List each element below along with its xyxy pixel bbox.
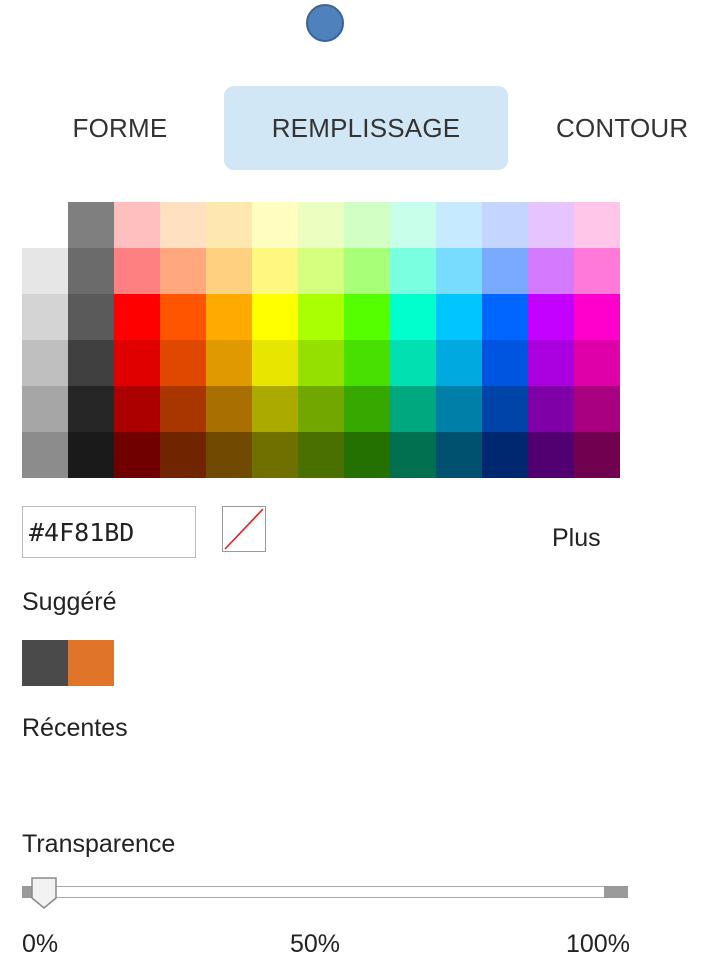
palette-swatch[interactable]	[528, 386, 574, 432]
palette-swatch[interactable]	[298, 202, 344, 248]
palette-swatch[interactable]	[252, 294, 298, 340]
suggested-heading: Suggéré	[22, 588, 117, 616]
palette-swatch[interactable]	[22, 248, 68, 294]
palette-swatch[interactable]	[436, 202, 482, 248]
palette-swatch[interactable]	[22, 340, 68, 386]
palette-swatch[interactable]	[22, 386, 68, 432]
color-palette-grid	[22, 202, 622, 478]
palette-swatch[interactable]	[482, 340, 528, 386]
palette-swatch[interactable]	[206, 294, 252, 340]
palette-swatch[interactable]	[344, 386, 390, 432]
hex-color-input[interactable]	[22, 506, 196, 558]
palette-swatch[interactable]	[528, 202, 574, 248]
palette-swatch[interactable]	[390, 386, 436, 432]
palette-swatch[interactable]	[114, 202, 160, 248]
palette-swatch[interactable]	[436, 340, 482, 386]
palette-swatch[interactable]	[160, 248, 206, 294]
palette-swatch[interactable]	[298, 340, 344, 386]
palette-swatch[interactable]	[528, 248, 574, 294]
palette-swatch[interactable]	[436, 248, 482, 294]
palette-swatch[interactable]	[160, 294, 206, 340]
transparency-heading: Transparence	[22, 830, 176, 858]
palette-swatch[interactable]	[344, 432, 390, 478]
palette-swatch[interactable]	[252, 432, 298, 478]
palette-swatch[interactable]	[68, 202, 114, 248]
palette-swatch[interactable]	[344, 202, 390, 248]
palette-swatch[interactable]	[574, 202, 620, 248]
palette-swatch[interactable]	[390, 202, 436, 248]
recent-heading: Récentes	[22, 714, 128, 742]
palette-swatch[interactable]	[528, 294, 574, 340]
palette-swatch[interactable]	[252, 202, 298, 248]
palette-swatch[interactable]	[528, 340, 574, 386]
current-color-preview	[306, 4, 344, 42]
transparency-slider-thumb[interactable]	[30, 876, 58, 910]
palette-swatch[interactable]	[482, 432, 528, 478]
slider-track-end	[604, 886, 628, 898]
slider-tick-50: 50%	[290, 930, 341, 958]
palette-swatch[interactable]	[68, 386, 114, 432]
transparency-slider-track[interactable]	[22, 886, 628, 898]
palette-swatch[interactable]	[574, 340, 620, 386]
palette-swatch[interactable]	[252, 248, 298, 294]
no-color-swatch[interactable]	[222, 506, 266, 552]
palette-swatch[interactable]	[298, 248, 344, 294]
palette-swatch[interactable]	[22, 294, 68, 340]
slider-tick-100: 100%	[566, 930, 630, 958]
palette-swatch[interactable]	[68, 248, 114, 294]
palette-swatch[interactable]	[482, 202, 528, 248]
palette-swatch[interactable]	[528, 432, 574, 478]
slider-tick-0: 0%	[22, 930, 59, 958]
palette-swatch[interactable]	[68, 432, 114, 478]
palette-swatch[interactable]	[574, 432, 620, 478]
palette-swatch[interactable]	[482, 294, 528, 340]
palette-swatch[interactable]	[68, 294, 114, 340]
palette-swatch[interactable]	[390, 294, 436, 340]
palette-swatch[interactable]	[114, 432, 160, 478]
palette-swatch[interactable]	[160, 386, 206, 432]
suggested-swatch[interactable]	[68, 640, 114, 686]
palette-swatch[interactable]	[390, 340, 436, 386]
palette-swatch[interactable]	[482, 386, 528, 432]
palette-swatch[interactable]	[574, 386, 620, 432]
tab-bar: FORME REMPLISSAGE CONTOUR	[0, 86, 723, 170]
palette-swatch[interactable]	[574, 294, 620, 340]
palette-swatch[interactable]	[436, 294, 482, 340]
palette-swatch[interactable]	[390, 432, 436, 478]
palette-swatch[interactable]	[114, 248, 160, 294]
palette-swatch[interactable]	[206, 202, 252, 248]
palette-swatch[interactable]	[68, 340, 114, 386]
palette-swatch[interactable]	[114, 340, 160, 386]
palette-swatch[interactable]	[22, 202, 68, 248]
palette-swatch[interactable]	[22, 432, 68, 478]
palette-swatch[interactable]	[436, 432, 482, 478]
tab-forme[interactable]: FORME	[40, 86, 200, 170]
palette-swatch[interactable]	[206, 386, 252, 432]
palette-swatch[interactable]	[160, 432, 206, 478]
more-colors-link[interactable]: Plus	[552, 524, 601, 553]
palette-swatch[interactable]	[252, 340, 298, 386]
palette-swatch[interactable]	[114, 294, 160, 340]
tab-contour[interactable]: CONTOUR	[556, 86, 723, 170]
suggested-swatch[interactable]	[22, 640, 68, 686]
palette-swatch[interactable]	[298, 432, 344, 478]
palette-swatch[interactable]	[206, 340, 252, 386]
palette-swatch[interactable]	[344, 248, 390, 294]
palette-swatch[interactable]	[206, 432, 252, 478]
palette-swatch[interactable]	[252, 386, 298, 432]
palette-swatch[interactable]	[298, 386, 344, 432]
no-color-slash-icon	[224, 508, 264, 550]
palette-swatch[interactable]	[344, 340, 390, 386]
palette-swatch[interactable]	[390, 248, 436, 294]
palette-swatch[interactable]	[114, 386, 160, 432]
palette-swatch[interactable]	[574, 248, 620, 294]
palette-swatch[interactable]	[482, 248, 528, 294]
palette-swatch[interactable]	[206, 248, 252, 294]
palette-swatch[interactable]	[344, 294, 390, 340]
palette-swatch[interactable]	[160, 202, 206, 248]
palette-swatch[interactable]	[298, 294, 344, 340]
palette-swatch[interactable]	[160, 340, 206, 386]
tab-remplissage[interactable]: REMPLISSAGE	[224, 86, 508, 170]
palette-swatch[interactable]	[436, 386, 482, 432]
